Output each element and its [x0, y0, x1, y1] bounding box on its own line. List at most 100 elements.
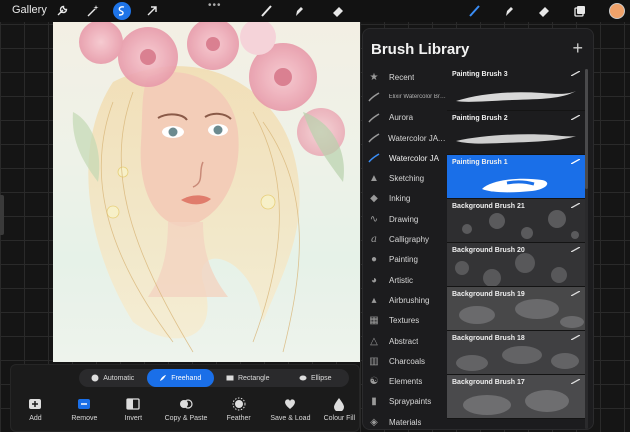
transform-arrow-icon[interactable] — [143, 2, 161, 20]
category-drawing[interactable]: ∿ Drawing — [363, 209, 447, 229]
colour-fill-icon — [332, 397, 346, 411]
artwork-canvas[interactable] — [53, 22, 360, 362]
category-charcoals[interactable]: ▥ Charcoals — [363, 351, 447, 371]
triangle-icon: △ — [370, 335, 378, 347]
pencil-tip-icon: ▲ — [369, 173, 379, 185]
brush-settings-icon[interactable] — [571, 115, 580, 120]
brush-settings-icon[interactable] — [571, 203, 580, 208]
gallery-button[interactable]: Gallery — [12, 4, 47, 16]
selection-toolbar: Automatic Freehand Rectangle Ellipse Add… — [10, 364, 360, 432]
category-watercolor-ja[interactable]: Watercolor JA — [363, 148, 447, 168]
brush-item-background-brush-18[interactable]: Background Brush 18 — [447, 331, 585, 375]
palette-icon: ◕ — [370, 274, 378, 286]
texture-icon: ▦ — [369, 315, 379, 327]
category-textures[interactable]: ▦ Textures — [363, 311, 447, 331]
calligraphy-icon: a — [371, 234, 377, 246]
brush-settings-icon[interactable] — [571, 379, 580, 384]
category-spraypaints[interactable]: ▮ Spraypaints — [363, 392, 447, 412]
brush-category-list: ★ Recent Elixir Watercolor Bru... Aurora… — [363, 67, 447, 429]
category-elixir-watercolor[interactable]: Elixir Watercolor Bru... — [363, 87, 447, 107]
eraser-tool-icon[interactable] — [535, 2, 553, 20]
smudge-tool-icon[interactable] — [500, 2, 518, 20]
ellipse-icon — [299, 374, 307, 382]
brush-stroke-preview — [482, 178, 548, 193]
more-options-icon[interactable]: ••• — [208, 0, 222, 11]
add-brush-button[interactable]: + — [572, 38, 583, 59]
selection-icon[interactable] — [113, 2, 131, 20]
layers-icon[interactable] — [571, 2, 589, 20]
watercolor-portrait-illustration — [72, 22, 345, 353]
eraser-icon[interactable] — [329, 2, 347, 20]
magic-wand-icon[interactable] — [84, 2, 102, 20]
brush-settings-icon[interactable] — [571, 291, 580, 296]
category-elements[interactable]: ☯ Elements — [363, 371, 447, 391]
selection-actions: Add Remove Invert Copy & Paste Feather S… — [11, 393, 361, 432]
category-materials[interactable]: ◈ Materials — [363, 412, 447, 429]
stroke-icon — [367, 131, 380, 145]
brush-item-background-brush-20[interactable]: Background Brush 20 — [447, 243, 585, 287]
mode-automatic[interactable]: Automatic — [79, 369, 147, 387]
rectangle-icon — [226, 374, 234, 382]
category-abstract[interactable]: △ Abstract — [363, 331, 447, 351]
heart-icon — [283, 397, 297, 411]
brush-tool-active-icon[interactable] — [466, 2, 484, 20]
category-sketching[interactable]: ▲ Sketching — [363, 168, 447, 188]
smudge-icon[interactable] — [290, 2, 308, 20]
charcoal-icon: ▥ — [369, 355, 379, 367]
stroke-icon — [367, 151, 381, 165]
action-add[interactable]: Add — [11, 393, 60, 432]
scrollbar-thumb[interactable] — [585, 69, 588, 189]
brush-item-painting-brush-2[interactable]: Painting Brush 2 — [447, 111, 585, 155]
automatic-icon — [91, 374, 99, 382]
category-recent[interactable]: ★ Recent — [363, 67, 447, 87]
category-aurora[interactable]: Aurora — [363, 108, 447, 128]
paint-drop-icon: ● — [370, 254, 378, 266]
action-save-load[interactable]: Save & Load — [263, 393, 318, 432]
brush-icon[interactable] — [258, 2, 276, 20]
brush-item-background-brush-21[interactable]: Background Brush 21 — [447, 199, 585, 243]
sidebar-handle[interactable] — [0, 195, 4, 235]
stroke-icon — [367, 90, 381, 104]
category-inking[interactable]: ◆ Inking — [363, 189, 447, 209]
selection-mode-segmented-control: Automatic Freehand Rectangle Ellipse — [79, 369, 349, 387]
brush-list: Painting Brush 3 Painting Brush 2 Painti… — [447, 67, 585, 419]
freehand-icon — [159, 374, 167, 382]
yin-yang-icon: ☯ — [369, 376, 379, 388]
action-invert[interactable]: Invert — [109, 393, 158, 432]
brush-item-background-brush-17[interactable]: Background Brush 17 — [447, 375, 585, 419]
mode-rectangle[interactable]: Rectangle — [214, 369, 282, 387]
brush-library-panel: Brush Library + ★ Recent Elixir Watercol… — [362, 28, 594, 430]
stroke-icon — [367, 111, 381, 125]
action-feather[interactable]: Feather — [214, 393, 263, 432]
action-colour-fill[interactable]: Colour Fill — [318, 393, 361, 432]
panel-title: Brush Library — [371, 41, 470, 58]
copy-paste-icon — [179, 397, 193, 411]
brush-stroke-preview — [456, 134, 576, 144]
category-artistic[interactable]: ◕ Artistic — [363, 270, 447, 290]
category-calligraphy[interactable]: a Calligraphy — [363, 229, 447, 249]
color-picker-swatch[interactable] — [609, 3, 625, 19]
category-watercolor-ja-1-0[interactable]: Watercolor JA 1.0 — [363, 128, 447, 148]
mode-ellipse[interactable]: Ellipse — [282, 369, 350, 387]
add-icon — [28, 397, 42, 411]
brush-settings-icon[interactable] — [571, 71, 580, 76]
brush-settings-icon[interactable] — [571, 335, 580, 340]
brush-settings-icon[interactable] — [571, 247, 580, 252]
invert-icon — [126, 397, 140, 411]
brush-item-painting-brush-1[interactable]: Painting Brush 1 — [447, 155, 585, 199]
action-remove[interactable]: Remove — [60, 393, 109, 432]
brush-item-painting-brush-3[interactable]: Painting Brush 3 — [447, 67, 585, 111]
cube-icon: ◈ — [370, 416, 378, 428]
ink-drop-icon: ◆ — [370, 193, 378, 205]
brush-stroke-preview — [456, 91, 576, 102]
category-painting[interactable]: ● Painting — [363, 250, 447, 270]
feather-icon — [232, 397, 246, 411]
category-airbrushing[interactable]: ▴ Airbrushing — [363, 290, 447, 310]
top-toolbar: Gallery ••• — [0, 0, 630, 22]
action-copy-paste[interactable]: Copy & Paste — [158, 393, 214, 432]
swirl-icon: ∿ — [369, 213, 379, 225]
wrench-icon[interactable] — [53, 2, 71, 20]
brush-item-background-brush-19[interactable]: Background Brush 19 — [447, 287, 585, 331]
mode-freehand[interactable]: Freehand — [146, 369, 214, 387]
brush-settings-icon[interactable] — [571, 159, 580, 164]
